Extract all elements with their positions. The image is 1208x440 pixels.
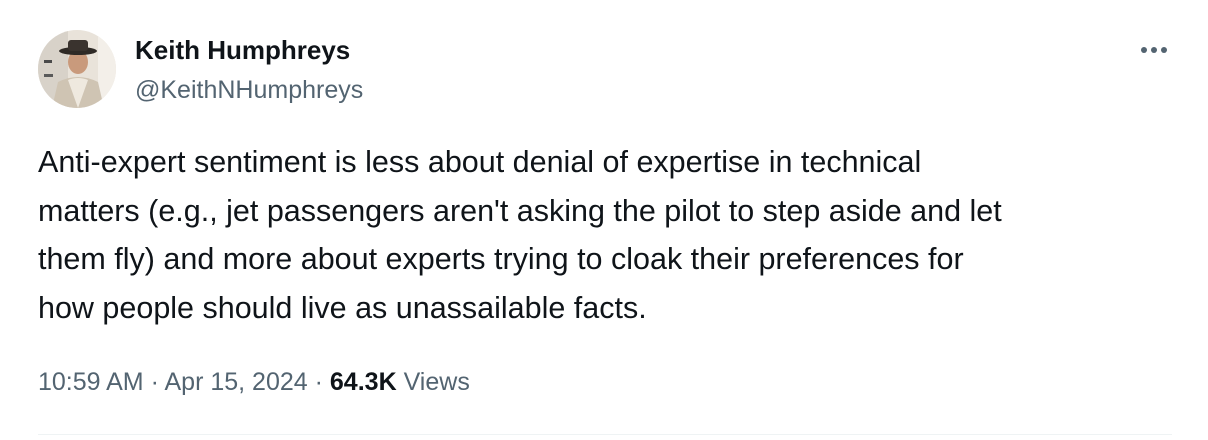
tweet-time: 10:59 AM [38, 368, 144, 396]
tweet-metadata: 10:59 AM · Apr 15, 2024 · 64.3K Views [38, 364, 470, 400]
tweet-timestamp-link[interactable]: 10:59 AM · Apr 15, 2024 [38, 368, 308, 396]
tweet-text: Anti-expert sentiment is less about deni… [38, 145, 1002, 325]
divider [38, 434, 1172, 435]
author-block: Keith Humphreys @KeithNHumphreys [135, 34, 363, 106]
more-horizontal-icon [1141, 47, 1167, 53]
avatar[interactable] [38, 30, 116, 108]
tweet-card: Keith Humphreys @KeithNHumphreys Anti-ex… [0, 0, 1208, 440]
views-count: 64.3K [329, 368, 397, 396]
more-options-button[interactable] [1136, 38, 1172, 62]
views-label: Views [403, 368, 470, 396]
author-handle[interactable]: @KeithNHumphreys [135, 74, 363, 106]
meta-separator: · [150, 368, 159, 396]
author-display-name[interactable]: Keith Humphreys [135, 34, 363, 66]
meta-separator: · [314, 368, 323, 396]
avatar-photo-icon [38, 30, 116, 108]
tweet-date: Apr 15, 2024 [164, 368, 308, 396]
